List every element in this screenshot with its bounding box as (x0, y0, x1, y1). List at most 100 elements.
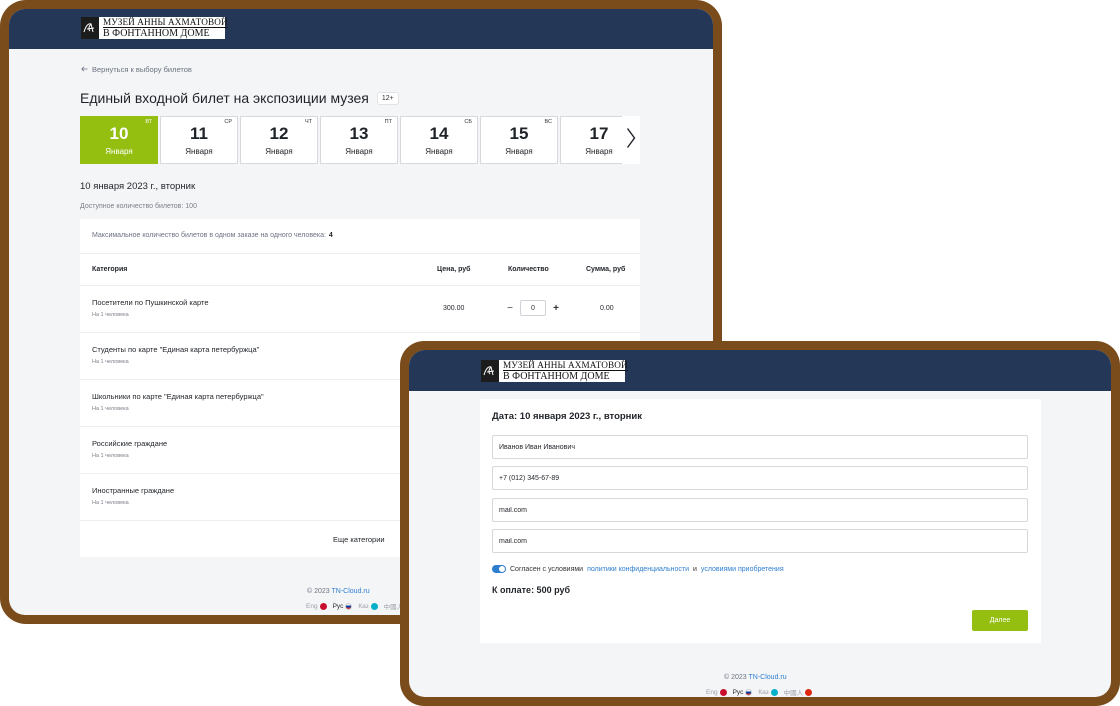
lang-label: Eng (306, 602, 318, 610)
consent-and: и (692, 565, 697, 573)
column-price: Цена, руб (437, 266, 471, 273)
museum-logo[interactable]: МУЗЕЙ АННЫ АХМАТОВОЙ В ФОНТАННОМ ДОМЕ (80, 16, 228, 40)
arrow-left-icon (81, 65, 88, 74)
category-price: 300.00 (443, 305, 465, 312)
category-note: На 1 человека (92, 500, 129, 506)
category-name: Российские граждане (92, 439, 168, 448)
kazakhstan-flag-icon (770, 688, 778, 696)
date-card-11[interactable]: СР 11 Января (160, 116, 238, 164)
date-month: Января (105, 147, 133, 156)
phone-field[interactable] (492, 466, 1028, 490)
category-name: Иностранные граждане (92, 486, 175, 495)
lang-kaz[interactable]: Каз (358, 601, 378, 611)
lang-label: Каз (758, 688, 769, 696)
more-categories-button[interactable]: Еще категории (333, 535, 385, 544)
date-weekday: ВС (544, 119, 552, 125)
category-note: На 1 человека (92, 359, 129, 365)
date-picker: ВТ 10 Января СР 11 Января ЧТ 12 Января П… (80, 116, 640, 164)
consent-row: Согласен с условиями политики конфиденци… (492, 565, 784, 573)
next-button[interactable]: Далее (972, 610, 1028, 631)
category-name: Школьники по карте "Единая карта петербу… (92, 392, 264, 401)
next-dates-button[interactable] (622, 116, 640, 164)
site-header: МУЗЕЙ АННЫ АХМАТОВОЙ В ФОНТАННОМ ДОМЕ (409, 350, 1111, 391)
lang-kaz[interactable]: Каз (758, 687, 778, 697)
category-name: Студенты по карте "Единая карта петербур… (92, 345, 260, 354)
privacy-policy-link[interactable]: политики конфиденциальности (587, 566, 689, 573)
tn-cloud-link[interactable]: TN-Cloud.ru (749, 674, 787, 681)
date-day: 10 (109, 124, 129, 143)
date-weekday: ВТ (145, 119, 152, 125)
date-weekday: СБ (464, 119, 472, 125)
logo-line-2: В ФОНТАННОМ ДОМЕ (503, 371, 610, 382)
logo-line-2: В ФОНТАННОМ ДОМЕ (103, 28, 210, 39)
date-card-13[interactable]: ПТ 13 Января (320, 116, 398, 164)
language-switcher: Eng Рус Каз 中國人 (706, 687, 813, 697)
category-note: На 1 человека (92, 312, 129, 318)
consent-toggle[interactable] (492, 565, 506, 573)
lang-chinese[interactable]: 中國人 (784, 687, 813, 697)
lang-label: Рус (732, 688, 744, 696)
date-card-15[interactable]: ВС 15 Января (480, 116, 558, 164)
russia-flag-icon (745, 688, 753, 696)
copyright-text: © 2023 (307, 588, 330, 595)
date-month: Января (345, 147, 373, 156)
lang-eng[interactable]: Eng (706, 687, 727, 697)
logo-emblem-icon (481, 360, 500, 382)
date-month: Января (585, 147, 613, 156)
column-quantity: Количество (508, 266, 549, 273)
max-tickets-info: Максимальное количество билетов в одном … (92, 232, 333, 239)
uk-flag-icon (319, 602, 327, 610)
lang-rus[interactable]: Рус (333, 601, 353, 611)
date-day: 17 (589, 124, 609, 143)
date-day: 11 (190, 124, 208, 143)
total-to-pay: К оплате: 500 руб (492, 585, 571, 595)
back-link-label: Вернуться к выбору билетов (92, 65, 192, 74)
category-note: На 1 человека (92, 406, 129, 412)
selected-date: 10 января 2023 г., вторник (80, 181, 196, 192)
language-switcher: Eng Рус Каз 中國人 (306, 601, 403, 611)
full-name-field[interactable] (492, 435, 1028, 459)
lang-rus[interactable]: Рус (733, 687, 753, 697)
lang-label: Рус (332, 602, 344, 610)
logo-line-1: МУЗЕЙ АННЫ АХМАТОВОЙ (103, 17, 228, 28)
date-card-10[interactable]: ВТ 10 Января (80, 116, 158, 164)
column-category: Категория (92, 266, 128, 273)
kazakhstan-flag-icon (370, 602, 378, 610)
tn-cloud-link[interactable]: TN-Cloud.ru (332, 588, 370, 595)
logo-emblem-icon (81, 17, 100, 39)
chevron-right-icon (626, 127, 636, 154)
copyright-text: © 2023 (724, 674, 747, 681)
back-link[interactable]: Вернуться к выбору билетов (81, 65, 192, 74)
date-month: Января (265, 147, 293, 156)
checkout-form: Дата: 10 января 2023 г., вторник Согласе… (480, 399, 1041, 643)
date-card-14[interactable]: СБ 14 Января (400, 116, 478, 164)
date-day: 14 (429, 124, 449, 143)
category-note: На 1 человека (92, 453, 129, 459)
quantity-input[interactable] (520, 300, 546, 316)
category-sum: 0.00 (600, 305, 614, 312)
date-month: Января (425, 147, 453, 156)
checkout-screen: МУЗЕЙ АННЫ АХМАТОВОЙ В ФОНТАННОМ ДОМЕ Да… (409, 350, 1111, 697)
date-weekday: СР (224, 119, 232, 125)
device-frame-checkout: МУЗЕЙ АННЫ АХМАТОВОЙ В ФОНТАННОМ ДОМЕ Да… (400, 341, 1120, 706)
date-day: 12 (269, 124, 289, 143)
china-flag-icon (805, 688, 813, 696)
max-tickets-label: Максимальное количество билетов в одном … (92, 232, 326, 239)
age-rating-badge: 12+ (376, 91, 399, 105)
available-tickets: Доступное количество билетов: 100 (80, 203, 197, 210)
purchase-terms-link[interactable]: условиями приобретения (701, 566, 784, 573)
date-card-12[interactable]: ЧТ 12 Января (240, 116, 318, 164)
consent-text: Согласен с условиями (510, 565, 584, 573)
russia-flag-icon (345, 602, 353, 610)
email-field[interactable] (492, 498, 1028, 522)
date-weekday: ЧТ (304, 119, 312, 125)
museum-logo[interactable]: МУЗЕЙ АННЫ АХМАТОВОЙ В ФОНТАННОМ ДОМЕ (480, 359, 628, 383)
column-sum: Сумма, руб (586, 266, 626, 273)
page-title: Единый входной билет на экспозиции музея (80, 90, 369, 106)
footer-copyright: © 2023 TN-Cloud.ru (724, 674, 787, 681)
date-month: Января (185, 147, 213, 156)
lang-eng[interactable]: Eng (306, 601, 327, 611)
email-confirm-field[interactable] (492, 529, 1028, 553)
decrease-button[interactable]: − (505, 303, 515, 314)
increase-button[interactable]: + (551, 303, 561, 314)
